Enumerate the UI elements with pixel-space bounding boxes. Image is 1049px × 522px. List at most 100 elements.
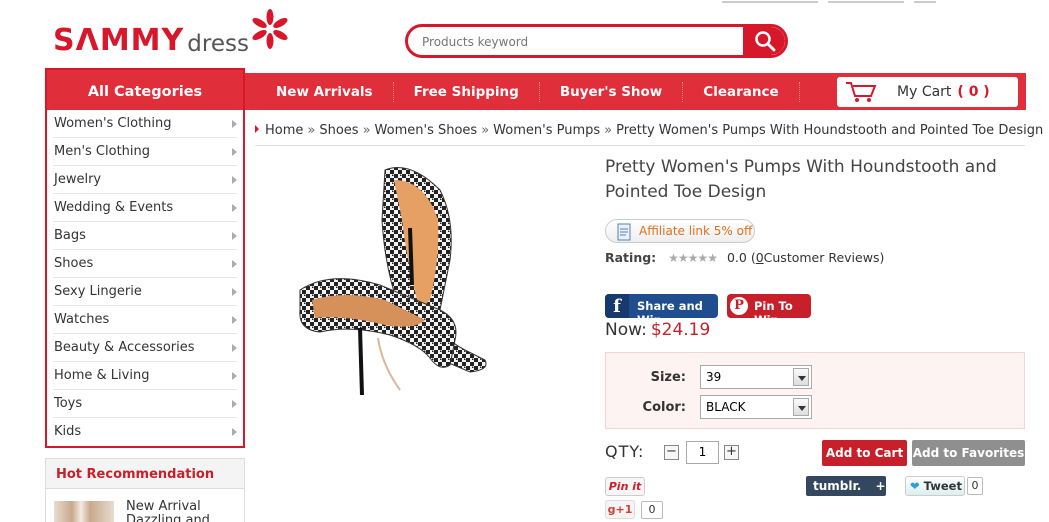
- nav-free-shipping[interactable]: Free Shipping: [394, 81, 540, 102]
- category-item[interactable]: Men's Clothing: [53, 138, 237, 166]
- pin-it-button[interactable]: Pin it: [605, 477, 645, 496]
- category-menu: All Categories Women's Clothing Men's Cl…: [45, 68, 245, 448]
- category-item[interactable]: Wedding & Events: [53, 194, 237, 222]
- nav-clearance[interactable]: Clearance: [683, 81, 800, 102]
- chevron-right-icon: [232, 176, 237, 184]
- category-item[interactable]: Beauty & Accessories: [53, 334, 237, 362]
- add-to-cart-button[interactable]: Add to Cart: [822, 440, 907, 466]
- facebook-share-button[interactable]: f Share and Win: [605, 294, 718, 327]
- qty-increase-button[interactable]: +: [724, 445, 739, 460]
- category-item[interactable]: Shoes: [53, 250, 237, 278]
- tweet-label: Tweet: [923, 479, 962, 493]
- search-button[interactable]: [743, 27, 785, 55]
- chevron-right-icon: [232, 428, 237, 436]
- category-item[interactable]: Jewelry: [53, 166, 237, 194]
- flower-icon: [252, 9, 288, 49]
- reviews-count-link[interactable]: 0: [756, 250, 764, 265]
- site-logo[interactable]: SΛMMY dress: [53, 9, 288, 62]
- affiliate-link-button[interactable]: Affiliate link 5% off: [605, 219, 755, 243]
- breadcrumb-sep: »: [307, 123, 316, 138]
- product-title: Pretty Women's Pumps With Houndstooth an…: [605, 157, 997, 202]
- chevron-down-icon: [793, 368, 809, 386]
- logo-suffix: dress: [187, 31, 249, 57]
- qty-decrease-button[interactable]: −: [664, 445, 679, 460]
- breadcrumb-link-shoes[interactable]: Shoes: [319, 123, 358, 138]
- price-row: Now: $24.19: [605, 320, 710, 340]
- size-value: 39: [706, 370, 722, 384]
- nav-new-arrivals[interactable]: New Arrivals: [245, 81, 394, 102]
- chevron-right-icon: [232, 316, 237, 324]
- qty-label: QTY:: [605, 442, 645, 461]
- top-tab-strip: [722, 0, 936, 3]
- breadcrumb-marker-icon: [255, 125, 259, 133]
- google-plus-button[interactable]: g+1: [605, 500, 635, 519]
- breadcrumb-sep: »: [481, 123, 490, 138]
- category-item[interactable]: Sexy Lingerie: [53, 278, 237, 306]
- tweet-button[interactable]: ❤ Tweet: [905, 476, 965, 496]
- google-plus-count: 0: [641, 501, 663, 519]
- main-nav: New Arrivals Free Shipping Buyer's Show …: [245, 73, 1026, 110]
- hot-item-link[interactable]: New Arrival Dazzling and: [126, 500, 236, 522]
- search-bar: [405, 24, 788, 58]
- nav-buyers-show[interactable]: Buyer's Show: [540, 81, 684, 102]
- category-item[interactable]: Bags: [53, 222, 237, 250]
- color-label: Color:: [642, 400, 686, 415]
- size-select[interactable]: 39: [700, 365, 812, 389]
- pinterest-share-button[interactable]: P Pin To Win: [727, 294, 811, 327]
- cart-button[interactable]: My Cart ( 0 ): [837, 77, 1018, 107]
- facebook-icon: f: [605, 294, 629, 318]
- chevron-right-icon: [232, 288, 237, 296]
- category-item[interactable]: Watches: [53, 306, 237, 334]
- search-icon: [755, 31, 776, 52]
- cart-label: My Cart: [897, 84, 952, 100]
- breadcrumb: Home» Shoes» Women's Shoes» Women's Pumps» P…: [255, 121, 1043, 141]
- tumblr-share-button[interactable]: tumblr. +: [806, 476, 886, 496]
- chevron-right-icon: [232, 120, 237, 128]
- chevron-right-icon: [232, 148, 237, 156]
- category-item[interactable]: Women's Clothing: [53, 110, 237, 138]
- rating-label: Rating:: [605, 250, 657, 265]
- breadcrumb-sep: »: [362, 123, 371, 138]
- cart-icon: [846, 82, 877, 102]
- color-select[interactable]: BLACK: [700, 395, 812, 419]
- chevron-down-icon: [793, 398, 809, 416]
- hot-item-thumbnail[interactable]: [54, 501, 114, 522]
- twitter-icon: ❤: [910, 479, 920, 493]
- product-image[interactable]: [290, 150, 550, 410]
- document-icon: [617, 223, 631, 241]
- plus-icon: +: [875, 479, 886, 493]
- category-item[interactable]: Home & Living: [53, 362, 237, 390]
- tumblr-label: tumblr.: [813, 479, 862, 493]
- pinterest-icon: P: [730, 297, 748, 315]
- search-input[interactable]: [422, 33, 742, 51]
- reviews-text: Customer Reviews): [763, 250, 885, 265]
- rating-value: 0.0: [726, 250, 747, 265]
- chevron-right-icon: [232, 260, 237, 268]
- category-list: Women's Clothing Men's Clothing Jewelry …: [47, 110, 243, 446]
- breadcrumb-divider: [255, 145, 1025, 146]
- options-panel: Size: 39 Color: BLACK: [605, 352, 1025, 429]
- category-item[interactable]: Toys: [53, 390, 237, 418]
- tweet-count: 0: [967, 477, 983, 495]
- logo-brand: SΛMMY: [53, 22, 185, 58]
- pinterest-share-label: Pin To Win: [754, 299, 793, 327]
- chevron-right-icon: [232, 344, 237, 352]
- rating-row: Rating: ★★★★★ 0.0 (0Customer Reviews): [605, 250, 884, 265]
- price-value: $24.19: [650, 320, 711, 340]
- cart-count: ( 0 ): [957, 84, 990, 100]
- star-rating-icon: ★★★★★: [668, 251, 718, 265]
- chevron-right-icon: [232, 232, 237, 240]
- color-value: BLACK: [706, 400, 746, 414]
- add-to-favorites-button[interactable]: Add to Favorites: [912, 440, 1025, 466]
- category-item[interactable]: Kids: [53, 418, 237, 446]
- category-title[interactable]: All Categories: [47, 70, 243, 110]
- breadcrumb-link-womens-pumps[interactable]: Women's Pumps: [493, 123, 600, 138]
- breadcrumb-link-home[interactable]: Home: [265, 123, 303, 138]
- chevron-right-icon: [232, 400, 237, 408]
- affiliate-label: Affiliate link 5% off: [639, 224, 753, 238]
- qty-input[interactable]: 1: [686, 441, 719, 464]
- size-label: Size:: [650, 370, 686, 385]
- breadcrumb-sep: »: [604, 123, 613, 138]
- breadcrumb-link-womens-shoes[interactable]: Women's Shoes: [375, 123, 478, 138]
- chevron-right-icon: [232, 204, 237, 212]
